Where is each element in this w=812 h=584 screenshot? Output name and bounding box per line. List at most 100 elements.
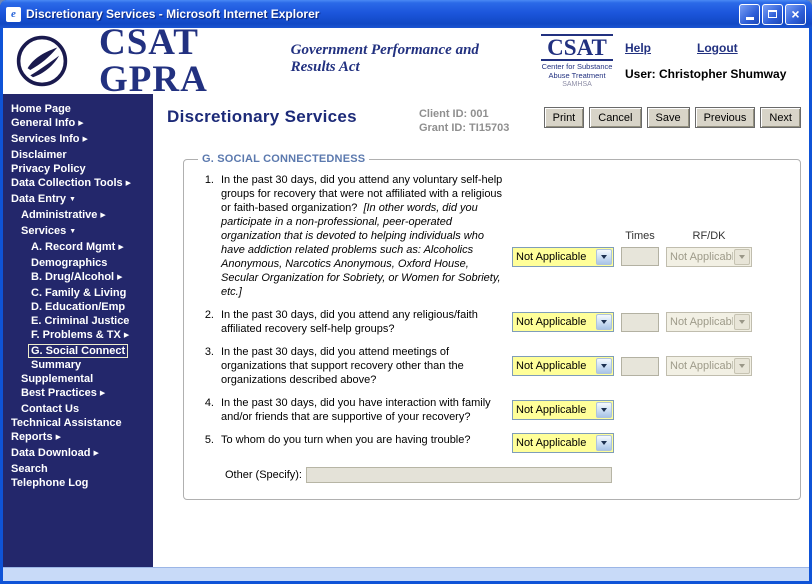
- sidebar-item-social-connect[interactable]: G. Social Connect: [3, 344, 153, 358]
- submenu-arrow-icon: [82, 136, 87, 143]
- other-specify-label: Other (Specify):: [218, 469, 302, 481]
- sidebar-item-administrative[interactable]: Administrative: [3, 208, 153, 224]
- app-header: CSAT GPRA Government Performance and Res…: [3, 28, 809, 94]
- sidebar-item-education-emp[interactable]: D. Education/Emp: [3, 300, 153, 314]
- maximize-button[interactable]: [762, 4, 783, 25]
- page-title: Discretionary Services: [167, 107, 357, 127]
- question-3-number: 3.: [198, 345, 214, 359]
- ie-page-icon: e: [6, 7, 21, 22]
- question-2-text: In the past 30 days, did you attend any …: [221, 308, 505, 336]
- brand-title: CSAT GPRA: [99, 28, 277, 98]
- page-header-row: Discretionary Services Client ID: 001 Gr…: [153, 94, 809, 135]
- close-button[interactable]: ×: [785, 4, 806, 25]
- submenu-arrow-icon: [93, 450, 98, 457]
- q3-response-select[interactable]: Not Applicable: [512, 356, 614, 376]
- sidebar-item-technical-assistance[interactable]: Technical Assistance: [3, 416, 153, 430]
- sidebar-item-family-living[interactable]: C. Family & Living: [3, 286, 153, 300]
- submenu-arrow-icon: [124, 332, 129, 339]
- sidebar-item-data-download[interactable]: Data Download: [3, 446, 153, 462]
- submenu-arrow-icon: [126, 180, 131, 187]
- dropdown-arrow-icon: [734, 249, 750, 265]
- question-1-text: In the past 30 days, did you attend any …: [221, 173, 505, 299]
- sidebar-item-home-page[interactable]: Home Page: [3, 102, 153, 116]
- q2-response-select[interactable]: Not Applicable: [512, 312, 614, 332]
- sidebar-item-data-entry[interactable]: Data Entry: [3, 192, 153, 208]
- sidebar-item-privacy-policy[interactable]: Privacy Policy: [3, 162, 153, 176]
- csat-seal: CSAT Center for Substance Abuse Treatmen…: [529, 34, 625, 88]
- other-specify-row: Other (Specify):: [198, 467, 788, 483]
- rfdk-column-header: RF/DK: [666, 229, 752, 243]
- question-1-controls: Times RF/DK Not Applicable Not Applicabl…: [512, 229, 752, 267]
- other-specify-input: [306, 467, 612, 483]
- question-row-4: 4. In the past 30 days, did you have int…: [198, 396, 788, 424]
- hhs-logo: [15, 34, 69, 88]
- samhsa-label: SAMHSA: [529, 81, 625, 88]
- q5-response-select[interactable]: Not Applicable: [512, 433, 614, 453]
- previous-button[interactable]: Previous: [695, 107, 756, 128]
- sidebar-item-services[interactable]: Services: [3, 224, 153, 240]
- body-row: Home Page General Info Services Info Dis…: [3, 94, 809, 567]
- csat-seal-acronym: CSAT: [541, 34, 613, 61]
- sidebar-item-best-practices[interactable]: Best Practices: [3, 386, 153, 402]
- brand-subtitle: Government Performance and Results Act: [291, 42, 503, 76]
- dropdown-arrow-icon: [596, 435, 612, 451]
- dropdown-arrow-icon: [734, 314, 750, 330]
- sidebar-item-demographics[interactable]: Demographics: [3, 256, 153, 270]
- window-title: Discretionary Services - Microsoft Inter…: [26, 7, 739, 21]
- title-bar[interactable]: e Discretionary Services - Microsoft Int…: [0, 0, 812, 28]
- dropdown-arrow-icon: [596, 314, 612, 330]
- q4-response-select[interactable]: Not Applicable: [512, 400, 614, 420]
- submenu-arrow-icon: [118, 244, 123, 251]
- sidebar-item-reports[interactable]: Reports: [3, 430, 153, 446]
- question-row-1: 1. In the past 30 days, did you attend a…: [198, 173, 788, 299]
- minimize-button[interactable]: [739, 4, 760, 25]
- record-ids: Client ID: 001 Grant ID: TI15703: [419, 107, 509, 135]
- cancel-button[interactable]: Cancel: [589, 107, 641, 128]
- sidebar-item-problems-tx[interactable]: F. Problems & TX: [3, 328, 153, 344]
- sidebar-item-search[interactable]: Search: [3, 462, 153, 476]
- question-1-note: [In other words, did you participate in …: [221, 202, 501, 298]
- submenu-arrow-icon: [100, 390, 105, 397]
- sidebar-item-disclaimer[interactable]: Disclaimer: [3, 148, 153, 162]
- sidebar-item-contact-us[interactable]: Contact Us: [3, 402, 153, 416]
- sidebar-nav: Home Page General Info Services Info Dis…: [3, 94, 153, 567]
- brand: CSAT GPRA Government Performance and Res…: [99, 28, 503, 98]
- window-content: CSAT GPRA Government Performance and Res…: [3, 28, 809, 581]
- dropdown-arrow-icon: [596, 249, 612, 265]
- expanded-arrow-icon: [69, 228, 76, 235]
- help-link[interactable]: Help: [625, 41, 651, 55]
- expanded-arrow-icon: [69, 196, 76, 203]
- question-5-number: 5.: [198, 433, 214, 447]
- dropdown-arrow-icon: [734, 358, 750, 374]
- next-button[interactable]: Next: [760, 107, 801, 128]
- sidebar-item-services-info[interactable]: Services Info: [3, 132, 153, 148]
- dropdown-arrow-icon: [596, 402, 612, 418]
- save-button[interactable]: Save: [647, 107, 690, 128]
- submenu-arrow-icon: [117, 274, 122, 281]
- q1-times-input: [621, 247, 659, 266]
- submenu-arrow-icon: [78, 120, 83, 127]
- csat-seal-line1: Center for Substance: [542, 62, 613, 71]
- sidebar-item-record-mgmt[interactable]: A. Record Mgmt: [3, 240, 153, 256]
- user-label: User: Christopher Shumway: [625, 67, 795, 81]
- logout-link[interactable]: Logout: [697, 41, 738, 55]
- q1-response-select[interactable]: Not Applicable: [512, 247, 614, 267]
- horizontal-scrollbar[interactable]: [3, 567, 809, 581]
- question-4-number: 4.: [198, 396, 214, 410]
- restore-icon: [768, 10, 777, 18]
- sidebar-item-summary[interactable]: Summary: [3, 358, 153, 372]
- sidebar-item-drug-alcohol[interactable]: B. Drug/Alcohol: [3, 270, 153, 286]
- sidebar-item-data-collection-tools[interactable]: Data Collection Tools: [3, 176, 153, 192]
- submenu-arrow-icon: [56, 434, 61, 441]
- section-legend: G. SOCIAL CONNECTEDNESS: [198, 153, 369, 165]
- sidebar-item-supplemental[interactable]: Supplemental: [3, 372, 153, 386]
- question-row-2: 2. In the past 30 days, did you attend a…: [198, 308, 788, 336]
- print-button[interactable]: Print: [544, 107, 585, 128]
- times-column-header: Times: [621, 229, 659, 243]
- main-content: Discretionary Services Client ID: 001 Gr…: [153, 94, 809, 567]
- sidebar-item-telephone-log[interactable]: Telephone Log: [3, 476, 153, 490]
- sidebar-item-general-info[interactable]: General Info: [3, 116, 153, 132]
- q2-rfdk-select: Not Applicable: [666, 312, 752, 332]
- sidebar-item-criminal-justice[interactable]: E. Criminal Justice: [3, 314, 153, 328]
- close-icon: ×: [791, 7, 799, 21]
